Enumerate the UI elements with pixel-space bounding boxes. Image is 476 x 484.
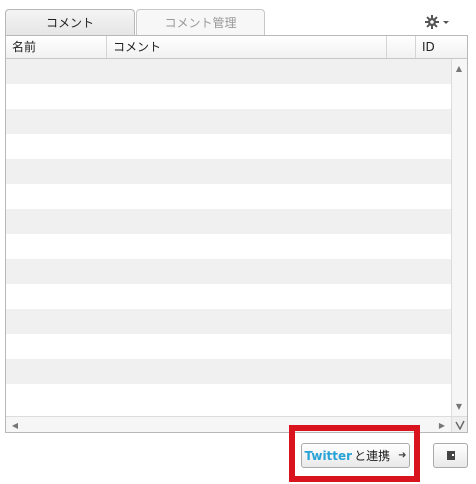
table-body: [6, 59, 451, 415]
window-icon: [446, 451, 455, 460]
table-row[interactable]: [6, 384, 451, 409]
vertical-scrollbar[interactable]: ▲ ▼: [451, 59, 467, 416]
table-row[interactable]: [6, 234, 451, 259]
settings-menu[interactable]: [425, 12, 457, 32]
table-row[interactable]: [6, 84, 451, 109]
scroll-down-arrow-icon[interactable]: ▼: [452, 399, 466, 413]
column-header-name[interactable]: 名前: [6, 36, 107, 58]
gear-icon: [425, 15, 439, 29]
tab-comment-management-label: コメント管理: [164, 16, 237, 30]
chevron-down-icon: [443, 19, 449, 25]
column-header-id[interactable]: ID: [416, 36, 467, 58]
table-row[interactable]: [6, 309, 451, 334]
table-row[interactable]: [6, 159, 451, 184]
twitter-connect-button[interactable]: Twitter と連携 ➜: [301, 443, 410, 468]
tab-comments-label: コメント: [45, 16, 94, 30]
table-row[interactable]: [6, 134, 451, 159]
table-row[interactable]: [6, 59, 451, 84]
twitter-brand-label: Twitter: [304, 448, 353, 463]
table-header: 名前 コメント ID: [6, 36, 467, 59]
column-header-comment[interactable]: コメント: [107, 36, 387, 58]
scroll-left-arrow-icon[interactable]: ◀: [8, 418, 22, 432]
scroll-up-arrow-icon[interactable]: ▲: [452, 61, 466, 75]
twitter-connect-label: と連携: [354, 449, 391, 463]
arrow-right-icon: ➜: [398, 450, 407, 461]
popout-button[interactable]: [433, 443, 468, 468]
check-icon[interactable]: [451, 416, 467, 432]
tab-comments[interactable]: コメント: [5, 9, 135, 35]
column-header-blank[interactable]: [387, 36, 416, 58]
table-row[interactable]: [6, 184, 451, 209]
table-row[interactable]: [6, 284, 451, 309]
scroll-right-arrow-icon[interactable]: ▶: [435, 418, 449, 432]
comment-table: 名前 コメント ID ▲ ▼ ◀ ▶: [5, 35, 468, 433]
table-row[interactable]: [6, 209, 451, 234]
table-row[interactable]: [6, 259, 451, 284]
table-row[interactable]: [6, 334, 451, 359]
table-row[interactable]: [6, 359, 451, 384]
tab-comment-management[interactable]: コメント管理: [136, 9, 265, 35]
table-row[interactable]: [6, 109, 451, 134]
